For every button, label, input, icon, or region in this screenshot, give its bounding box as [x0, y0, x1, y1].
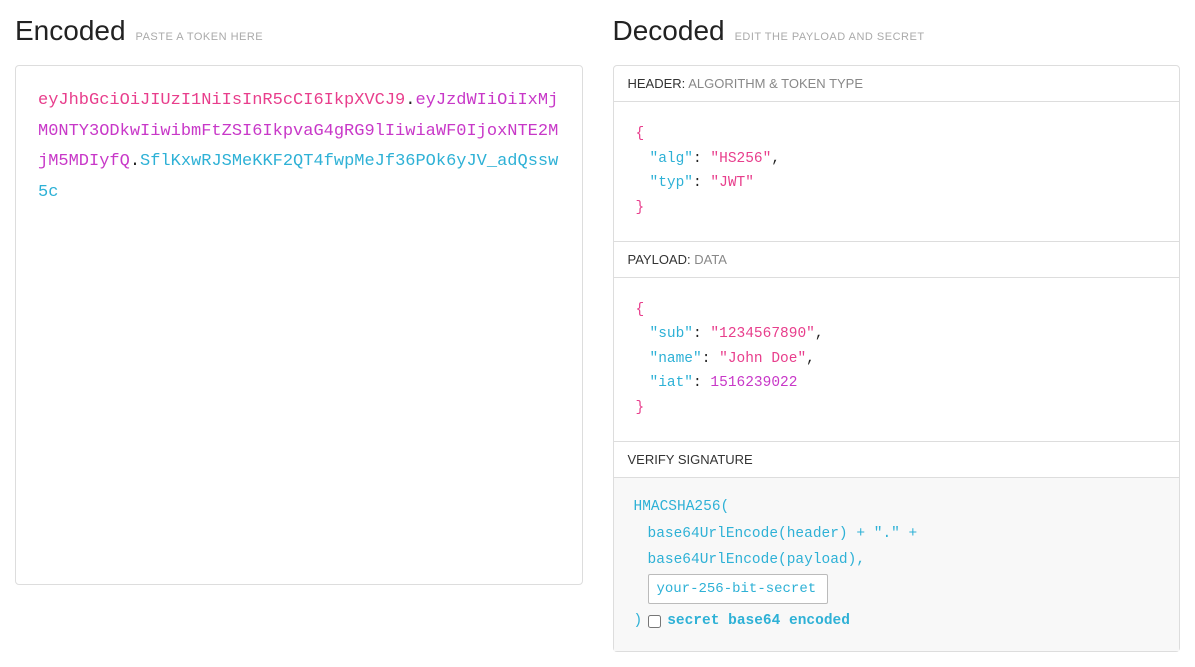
sig-close: )	[634, 608, 643, 635]
signature-body: HMACSHA256( base64UrlEncode(header) + ".…	[614, 478, 1180, 651]
encoded-token-area[interactable]: eyJhbGciOiJIUzI1NiIsInR5cCI6IkpXVCJ9.eyJ…	[15, 65, 583, 585]
encoded-column: Encoded PASTE A TOKEN HERE eyJhbGciOiJIU…	[15, 15, 583, 652]
secret-base64-checkbox[interactable]	[648, 615, 661, 628]
payload-section-label: PAYLOAD: DATA	[614, 242, 1180, 278]
header-json-area[interactable]: { "alg": "HS256", "typ": "JWT" }	[614, 102, 1180, 241]
secret-input[interactable]	[648, 574, 828, 604]
decoded-title: Decoded	[613, 15, 725, 47]
header-section-label: HEADER: ALGORITHM & TOKEN TYPE	[614, 66, 1180, 102]
decoded-column: Decoded EDIT THE PAYLOAD AND SECRET HEAD…	[613, 15, 1181, 652]
secret-base64-label[interactable]: secret base64 encoded	[667, 608, 850, 635]
sig-line1: base64UrlEncode(header) + "." +	[634, 521, 1160, 548]
sig-line2: base64UrlEncode(payload),	[634, 547, 1160, 574]
jwt-dot-1: .	[405, 91, 415, 110]
encoded-title: Encoded	[15, 15, 126, 47]
encoded-hint: PASTE A TOKEN HERE	[136, 31, 264, 43]
jwt-header-segment: eyJhbGciOiJIUzI1NiIsInR5cCI6IkpXVCJ9	[38, 91, 405, 110]
signature-section-label: VERIFY SIGNATURE	[614, 442, 1180, 478]
payload-json-area[interactable]: { "sub": "1234567890", "name": "John Doe…	[614, 278, 1180, 441]
sig-func: HMACSHA256(	[634, 494, 1160, 521]
jwt-dot-2: .	[130, 152, 140, 171]
decoded-hint: EDIT THE PAYLOAD AND SECRET	[735, 31, 925, 43]
